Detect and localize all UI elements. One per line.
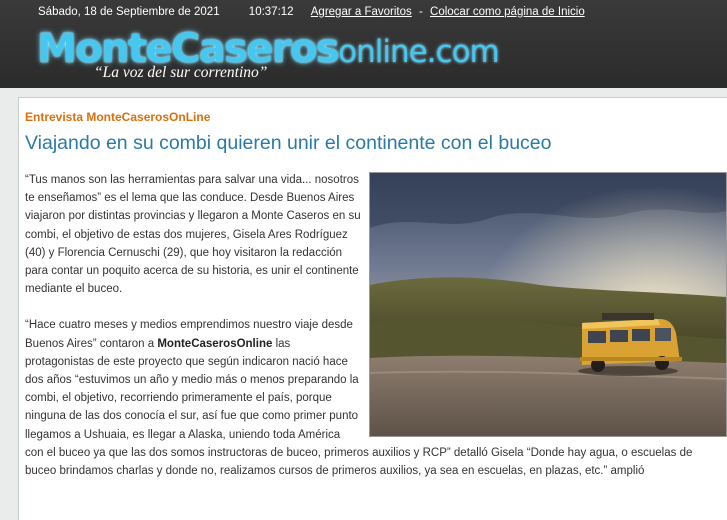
site-header: Sábado, 18 de Septiembre de 2021 10:37:1… <box>0 0 727 88</box>
current-time: 10:37:12 <box>248 6 294 18</box>
site-slogan: “La voz del sur correntino” <box>94 64 268 81</box>
add-favorites-link[interactable]: Agregar a Favoritos <box>311 6 412 18</box>
article-body: “Tus manos son las herramientas para sal… <box>25 171 725 498</box>
article-kicker: Entrevista MonteCaserosOnLine <box>25 110 211 124</box>
main-content: Entrevista MonteCaserosOnLine Viajando e… <box>18 97 727 520</box>
site-name-bold: MonteCaserosOnline <box>157 337 273 350</box>
logo-suffix-text: online.com <box>338 34 500 70</box>
article-title: Viajando en su combi quieren unir el con… <box>25 132 552 154</box>
top-bar: Sábado, 18 de Septiembre de 2021 10:37:1… <box>38 6 585 18</box>
link-separator: - <box>418 6 423 18</box>
current-date: Sábado, 18 de Septiembre de 2021 <box>38 6 220 18</box>
set-homepage-link[interactable]: Colocar como página de Inicio <box>430 6 585 18</box>
